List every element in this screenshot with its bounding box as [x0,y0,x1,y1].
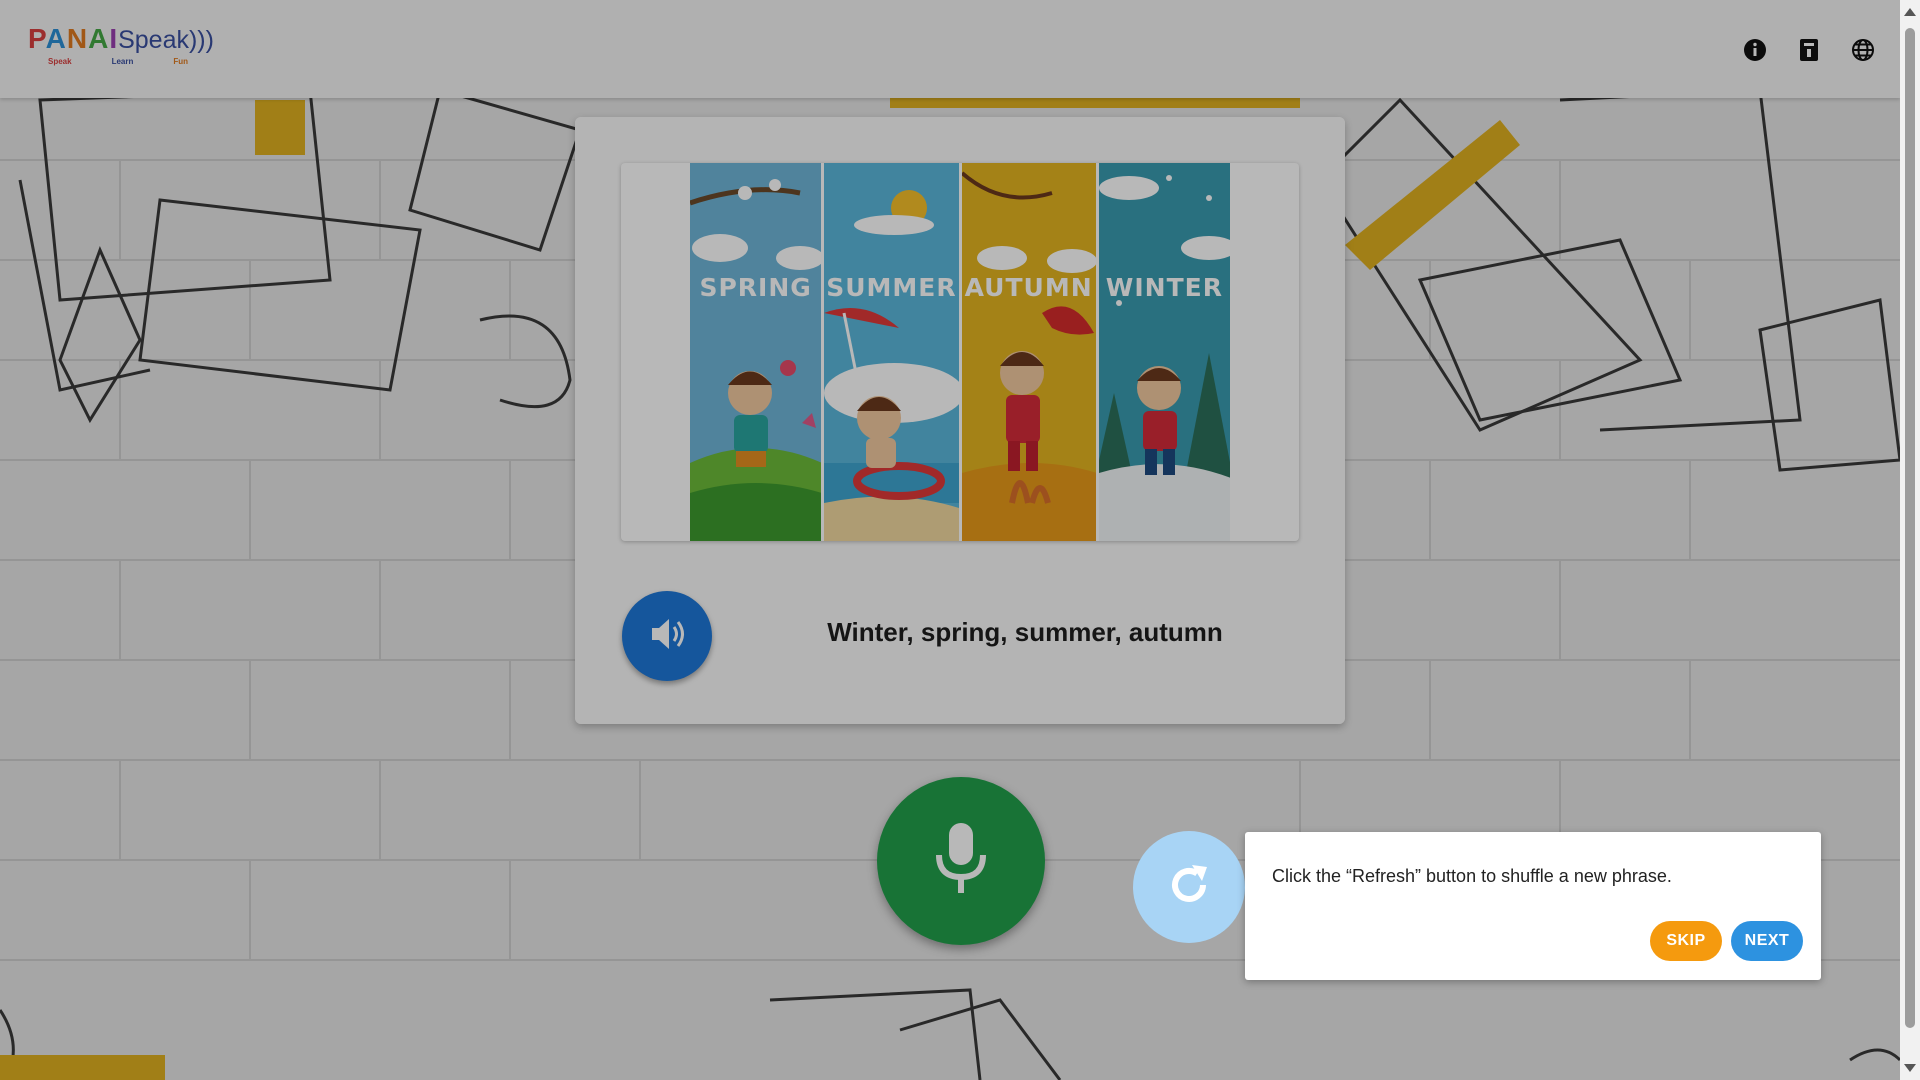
scrollbar[interactable] [1900,0,1920,1080]
tour-tooltip: Click the “Refresh” button to shuffle a … [1245,832,1821,980]
next-button[interactable]: NEXT [1731,921,1803,961]
top-bar: PANAISpeak))) Speak Learn Fun [0,0,1900,98]
scroll-thumb[interactable] [1905,28,1915,1028]
scroll-up-arrow[interactable] [1904,8,1916,16]
tour-message: Click the “Refresh” button to shuffle a … [1272,866,1672,886]
scroll-down-arrow[interactable] [1904,1064,1916,1072]
mic-overlay [877,777,1045,945]
refresh-button[interactable] [1133,831,1245,943]
refresh-icon [1165,861,1213,914]
card-overlay [575,117,1345,724]
skip-button[interactable]: SKIP [1650,921,1722,961]
header-overlay [0,0,1900,98]
